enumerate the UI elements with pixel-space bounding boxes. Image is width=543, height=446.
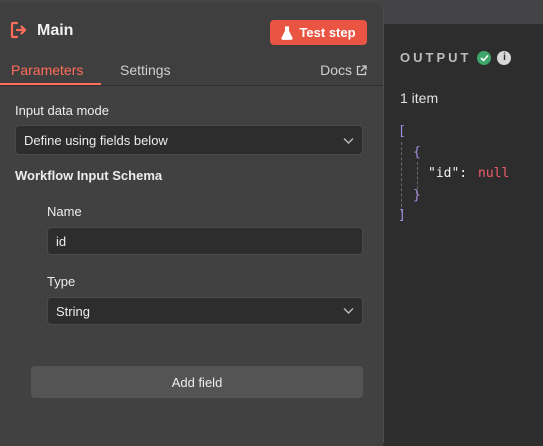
- json-key[interactable]: "id":: [428, 166, 467, 181]
- test-step-label: Test step: [299, 25, 356, 40]
- input-mode-label: Input data mode: [15, 103, 109, 118]
- item-count: 1 item: [400, 90, 439, 106]
- chevron-down-icon: [343, 308, 354, 314]
- parameters-panel: Main Test step Parameters Settings Docs …: [0, 3, 384, 446]
- tab-settings[interactable]: Settings: [120, 62, 171, 78]
- node-header: Main Test step: [0, 3, 383, 55]
- node-title[interactable]: Main: [37, 22, 73, 40]
- panel-tabs: Parameters Settings Docs: [0, 55, 383, 86]
- json-object-close: }: [413, 188, 421, 203]
- json-value[interactable]: null: [478, 166, 509, 181]
- indent-guide: [401, 142, 402, 212]
- name-label: Name: [47, 204, 82, 219]
- json-array-open: [: [398, 124, 406, 139]
- tab-docs[interactable]: Docs: [320, 62, 367, 78]
- type-select[interactable]: String: [47, 297, 363, 325]
- json-object-open: {: [413, 145, 421, 160]
- name-input[interactable]: id: [47, 227, 363, 255]
- add-field-button[interactable]: Add field: [31, 366, 363, 398]
- tab-parameters[interactable]: Parameters: [11, 62, 83, 78]
- type-label: Type: [47, 274, 76, 289]
- output-header: OUTPUT i: [400, 50, 512, 65]
- test-step-button[interactable]: Test step: [270, 20, 367, 45]
- flask-icon: [281, 25, 294, 40]
- docs-label: Docs: [320, 62, 352, 78]
- chevron-down-icon: [343, 138, 354, 144]
- name-value: id: [56, 233, 67, 249]
- external-link-icon: [356, 64, 367, 75]
- output-title: OUTPUT: [400, 50, 472, 65]
- input-mode-value: Define using fields below: [24, 132, 168, 148]
- output-background: [384, 24, 543, 431]
- type-value: String: [56, 303, 90, 319]
- json-array-close: ]: [398, 208, 406, 223]
- sign-out-icon: [10, 21, 27, 39]
- info-icon[interactable]: i: [497, 50, 512, 65]
- schema-label: Workflow Input Schema: [15, 168, 163, 183]
- success-check-icon: [477, 50, 492, 65]
- active-tab-indicator: [0, 83, 101, 85]
- input-mode-select[interactable]: Define using fields below: [15, 125, 363, 155]
